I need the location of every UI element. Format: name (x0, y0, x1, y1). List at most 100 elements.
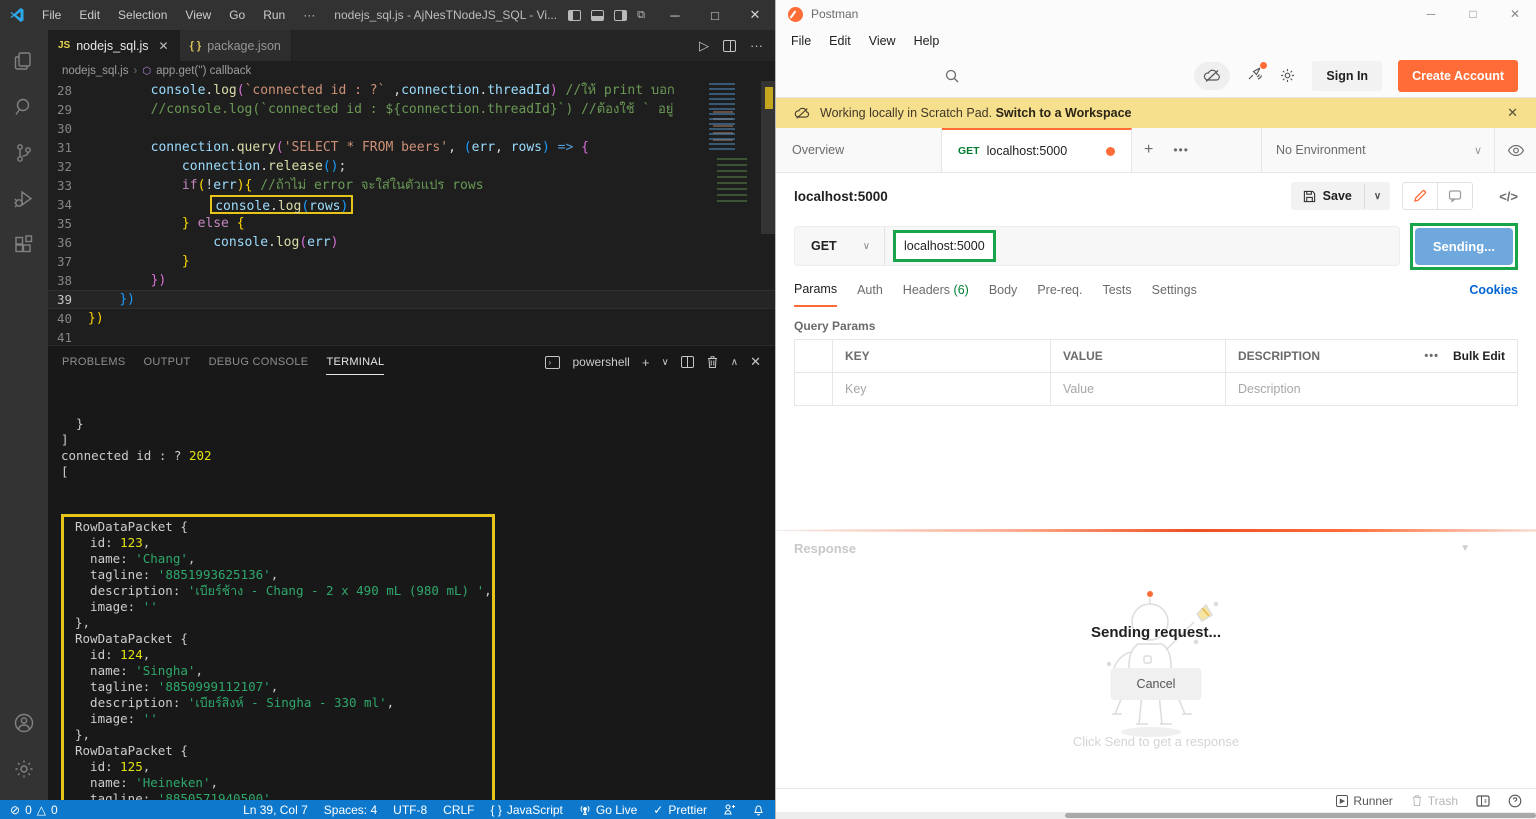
menu-run[interactable]: Run (255, 5, 293, 25)
tab-settings[interactable]: Settings (1152, 274, 1197, 306)
horizontal-scrollbar[interactable] (776, 812, 1536, 819)
split-terminal-icon[interactable] (681, 356, 694, 368)
runner-button[interactable]: ▶Runner (1336, 794, 1392, 808)
minimize-button[interactable]: ─ (1410, 0, 1452, 28)
encoding[interactable]: UTF-8 (393, 803, 427, 817)
source-control-icon[interactable] (0, 130, 48, 176)
code-line[interactable]: 28 console.log(`connected id : ?` ,conne… (48, 81, 775, 100)
extensions-icon[interactable] (0, 222, 48, 268)
help-icon[interactable] (1508, 794, 1522, 808)
tab-output[interactable]: OUTPUT (144, 350, 191, 374)
split-editor-icon[interactable] (723, 40, 736, 52)
tab-close-icon[interactable]: ✕ (159, 39, 169, 53)
switch-workspace-link[interactable]: Switch to a Workspace (996, 106, 1132, 120)
tab-headers[interactable]: Headers (6) (903, 274, 969, 306)
tab-request[interactable]: GET localhost:5000 (942, 128, 1132, 172)
toggle-secondary-sidebar-icon[interactable] (614, 10, 627, 21)
search-icon[interactable] (944, 68, 960, 84)
go-live-button[interactable]: Go Live (579, 803, 637, 817)
settings-gear-icon[interactable] (0, 746, 48, 792)
menu-view[interactable]: View (177, 5, 219, 25)
breadcrumb-symbol[interactable]: app.get('') callback (156, 65, 251, 77)
menu-file[interactable]: File (784, 32, 818, 50)
request-title[interactable]: localhost:5000 (794, 189, 888, 204)
kill-terminal-icon[interactable] (706, 355, 719, 369)
environment-selector[interactable]: No Environment (1262, 143, 1462, 157)
cancel-button[interactable]: Cancel (1111, 668, 1202, 700)
code-line[interactable]: 33 if(!err){ //ถ้าไม่ error จะใส่ในตัวแป… (48, 176, 775, 195)
maximize-panel-icon[interactable]: ∧ (731, 357, 738, 368)
menu-file[interactable]: File (34, 5, 69, 25)
cookies-link[interactable]: Cookies (1469, 283, 1518, 297)
code-line[interactable]: 38 }) (48, 271, 775, 290)
code-line[interactable]: 30 (48, 119, 775, 138)
bulk-edit-button[interactable]: Bulk Edit (1453, 349, 1505, 363)
url-input[interactable]: localhost:5000 (904, 239, 985, 253)
breadcrumb[interactable]: nodejs_sql.js › ⬡ app.get('') callback (48, 61, 775, 81)
code-line[interactable]: 31 connection.query('SELECT * FROM beers… (48, 138, 775, 157)
breadcrumb-file[interactable]: nodejs_sql.js (62, 65, 128, 77)
code-line[interactable]: 35 } else { (48, 214, 775, 233)
code-line[interactable]: 41 (48, 328, 775, 345)
feedback-person-icon[interactable] (723, 803, 736, 816)
menu-selection[interactable]: Selection (110, 5, 175, 25)
tab-body[interactable]: Body (989, 274, 1018, 306)
terminal-output[interactable]: }]connected id : ? 202[ RowDataPacket { … (48, 378, 775, 800)
cursor-position[interactable]: Ln 39, Col 7 (243, 803, 308, 817)
tab-options-icon[interactable]: ••• (1165, 128, 1197, 172)
prettier-indicator[interactable]: ✓Prettier (653, 803, 707, 817)
tab-debug-console[interactable]: DEBUG CONSOLE (209, 350, 309, 374)
tab-auth[interactable]: Auth (857, 274, 883, 306)
save-button[interactable]: Save ∨ (1291, 182, 1391, 210)
method-selector[interactable]: GET∨ (795, 227, 885, 265)
minimap[interactable] (703, 83, 761, 233)
tab-params[interactable]: Params (794, 273, 837, 307)
menu-go[interactable]: Go (221, 5, 253, 25)
value-input[interactable]: Value (1051, 373, 1226, 405)
code-line[interactable]: 40}) (48, 309, 775, 328)
sign-in-button[interactable]: Sign In (1312, 61, 1382, 91)
comment-icon[interactable] (1437, 183, 1472, 209)
maximize-button[interactable]: □ (695, 0, 735, 30)
tab-prerequest[interactable]: Pre-req. (1037, 274, 1082, 306)
run-debug-icon[interactable] (0, 176, 48, 222)
toggle-panel-icon[interactable] (591, 10, 604, 21)
code-line[interactable]: 39 }) (48, 290, 775, 309)
tab-package-json[interactable]: { } package.json (180, 30, 292, 61)
code-line[interactable]: 34 console.log(rows) (48, 195, 775, 214)
close-button[interactable]: ✕ (735, 0, 775, 30)
collapse-response-icon[interactable]: ▼ (1460, 543, 1518, 554)
tab-tests[interactable]: Tests (1102, 274, 1131, 306)
create-account-button[interactable]: Create Account (1398, 60, 1518, 92)
maximize-button[interactable]: □ (1452, 0, 1494, 28)
shell-name[interactable]: powershell (572, 355, 629, 369)
panel-toggle-icon[interactable] (1476, 795, 1490, 807)
offline-status-icon[interactable] (1194, 62, 1230, 90)
code-line[interactable]: 29 //console.log(`connected id : ${conne… (48, 100, 775, 119)
menu-view[interactable]: View (862, 32, 903, 50)
errors-indicator[interactable]: ⊘0△0 (10, 803, 58, 817)
menu-help[interactable]: Help (907, 32, 947, 50)
explorer-icon[interactable] (0, 38, 48, 84)
code-snippet-icon[interactable]: </> (1499, 189, 1518, 204)
banner-close-icon[interactable]: ✕ (1507, 105, 1518, 121)
language-mode[interactable]: { }JavaScript (491, 803, 563, 817)
chevron-down-icon[interactable]: ∨ (1462, 144, 1494, 157)
settings-gear-icon[interactable] (1279, 67, 1296, 84)
close-button[interactable]: ✕ (1494, 0, 1536, 28)
capture-requests-icon[interactable] (1246, 65, 1263, 87)
menu-overflow[interactable]: ··· (295, 5, 323, 25)
tab-terminal[interactable]: TERMINAL (326, 350, 384, 375)
scrollbar-thumb[interactable] (1065, 813, 1536, 818)
code-line[interactable]: 32 connection.release(); (48, 157, 775, 176)
environment-quick-look-icon[interactable] (1494, 128, 1536, 172)
edit-pencil-icon[interactable] (1403, 183, 1437, 209)
code-line[interactable]: 37 } (48, 252, 775, 271)
account-icon[interactable] (0, 700, 48, 746)
code-editor[interactable]: 28 console.log(`connected id : ?` ,conne… (48, 81, 775, 345)
customize-layout-icon[interactable]: ⧉ (637, 9, 645, 22)
save-dropdown-icon[interactable]: ∨ (1364, 184, 1390, 209)
indentation[interactable]: Spaces: 4 (324, 803, 377, 817)
run-file-icon[interactable]: ▷ (699, 38, 709, 54)
notifications-bell-icon[interactable] (752, 803, 765, 816)
